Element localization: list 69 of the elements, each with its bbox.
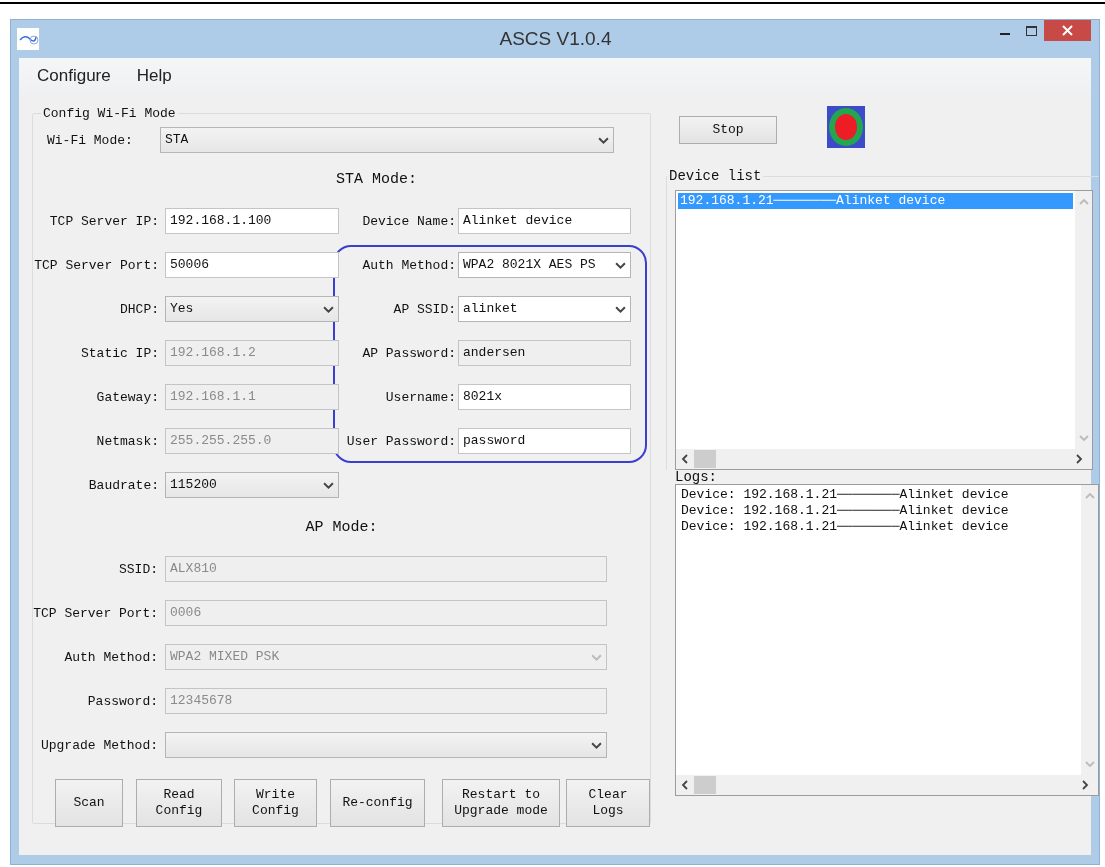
scrollbar[interactable]: [1081, 485, 1098, 775]
chevron-right-icon: [1080, 780, 1090, 790]
menu-item[interactable]: Configure: [37, 66, 111, 86]
action-button[interactable]: Re-config: [330, 779, 425, 827]
text-field[interactable]: password: [458, 428, 631, 454]
field-label: Gateway:: [96, 389, 159, 405]
log-line: Device: 192.168.1.21────────Alinket device: [680, 519, 1010, 535]
field-label: Netmask:: [96, 433, 159, 449]
chevron-left-icon: [680, 454, 690, 464]
close-button[interactable]: [1044, 20, 1091, 41]
action-button[interactable]: Clear Logs: [566, 779, 650, 827]
stop-button[interactable]: Stop: [679, 116, 777, 144]
chevron-down-icon: [1078, 433, 1089, 443]
action-button[interactable]: Read Config: [136, 779, 222, 827]
text-field[interactable]: 192.168.1.100: [165, 208, 339, 234]
field-label: DHCP:: [120, 301, 159, 317]
window-title: ASCS V1.0.4: [499, 28, 612, 50]
field-label: AP Password:: [362, 345, 456, 361]
text-field[interactable]: Alinket device: [458, 208, 631, 234]
log-line: Device: 192.168.1.21────────Alinket device: [680, 503, 1010, 519]
field-label: SSID:: [119, 561, 158, 577]
field-label: Upgrade Method:: [40, 737, 158, 753]
field-label: Password:: [87, 693, 158, 709]
chevron-down-icon: [1084, 759, 1095, 769]
chevron-up-icon: [1084, 491, 1095, 501]
chevron-right-icon: [1074, 454, 1084, 464]
field-label: AP SSID:: [393, 301, 456, 317]
log-line: Device: 192.168.1.21────────Alinket device: [680, 487, 1010, 503]
field-label: User Password:: [346, 433, 456, 449]
scrollbar-thumb[interactable]: [694, 450, 716, 468]
chevron-up-icon: [1078, 197, 1089, 207]
app-icon: [17, 28, 39, 50]
dropdown[interactable]: [165, 732, 607, 758]
minimize-icon: [1000, 32, 1010, 35]
dropdown[interactable]: STA: [160, 127, 614, 153]
action-button[interactable]: Write Config: [234, 779, 317, 827]
field-label: Wi-Fi Mode:: [47, 132, 134, 148]
dropdown[interactable]: alinket: [458, 296, 631, 322]
scrollbar-thumb[interactable]: [694, 776, 716, 794]
field-label: Static IP:: [81, 345, 159, 361]
scrollbar[interactable]: [676, 775, 1098, 795]
field-label: TCP Server Port:: [33, 605, 158, 621]
dropdown[interactable]: WPA2 8021X AES PS: [458, 252, 631, 278]
group-title: Config Wi-Fi Mode: [42, 106, 177, 121]
group-title: Device list: [668, 168, 763, 184]
scrollbar[interactable]: [1075, 191, 1092, 449]
action-button[interactable]: Scan: [55, 779, 123, 827]
text-field[interactable]: 8021x: [458, 384, 631, 410]
text-field[interactable]: 50006: [165, 252, 339, 278]
section-heading: AP Mode:: [305, 518, 378, 536]
field-label: Auth Method:: [64, 649, 158, 665]
field-label: Baudrate:: [88, 477, 159, 493]
field-label: TCP Server Port:: [34, 257, 159, 273]
text-field[interactable]: andersen: [458, 340, 631, 366]
logs-label: Logs:: [675, 470, 718, 484]
field-label: Auth Method:: [362, 257, 456, 273]
dropdown[interactable]: 115200: [165, 472, 339, 498]
chevron-left-icon: [680, 780, 690, 790]
field-label: Username:: [385, 389, 456, 405]
close-icon: [1062, 25, 1073, 36]
field-label: TCP Server IP:: [49, 213, 159, 229]
maximize-icon: [1025, 25, 1037, 36]
dropdown[interactable]: Yes: [165, 296, 339, 322]
menu-item[interactable]: Help: [136, 66, 172, 86]
section-heading: STA Mode:: [336, 170, 417, 188]
scrollbar[interactable]: [676, 449, 1092, 469]
field-label: Device Name:: [362, 213, 456, 229]
status-indicator-icon: [827, 106, 865, 148]
action-button[interactable]: Restart to Upgrade mode: [442, 779, 560, 827]
